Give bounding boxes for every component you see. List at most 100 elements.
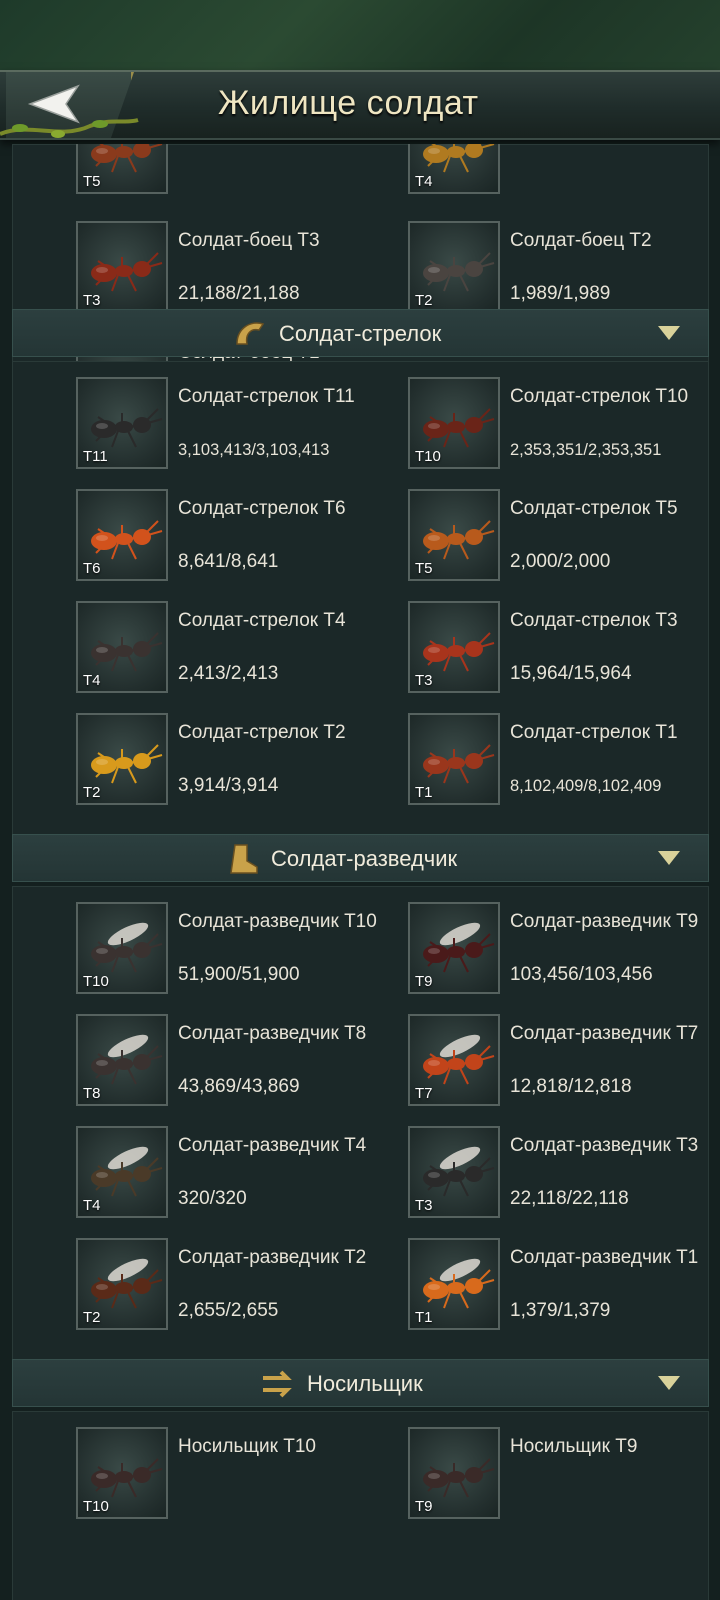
unit-portrait[interactable]: T10 [408, 377, 500, 469]
unit-portrait[interactable]: T4 [408, 144, 500, 194]
tier-badge: T4 [415, 173, 433, 190]
chevron-down-icon[interactable] [658, 326, 680, 340]
unit-count: 3,914/3,914 [178, 775, 279, 796]
section-header-0[interactable]: Солдат-стрелок [12, 309, 709, 357]
unit-card[interactable]: T5 Солдат-стрелок T5 2,000/2,000 [408, 489, 720, 583]
unit-name: Солдат-боец T2 [510, 230, 652, 251]
tier-badge: T1 [415, 784, 433, 801]
tier-badge: T9 [415, 973, 433, 990]
unit-count: 103,456/103,456 [510, 964, 653, 985]
unit-count: 12,818/12,818 [510, 1076, 632, 1097]
tier-badge: T6 [83, 560, 101, 577]
unit-card[interactable]: T6 Солдат-стрелок T6 8,641/8,641 [76, 489, 406, 583]
unit-portrait[interactable]: T1 [408, 1238, 500, 1330]
top-bar: Жилище солдат [0, 70, 720, 140]
unit-card[interactable]: T3 Солдат-боец T3 21,188/21,188 [76, 221, 406, 315]
unit-portrait[interactable]: T7 [408, 1014, 500, 1106]
unit-card[interactable]: T1 Солдат-разведчик T1 1,379/1,379 [408, 1238, 720, 1332]
unit-portrait[interactable]: T2 [76, 1238, 168, 1330]
unit-card[interactable]: T7 Солдат-разведчик T7 12,818/12,818 [408, 1014, 720, 1108]
tier-badge: T4 [83, 1197, 101, 1214]
unit-portrait[interactable]: T2 [408, 221, 500, 313]
unit-portrait[interactable]: T2 [76, 713, 168, 805]
unit-card[interactable]: T10 Солдат-стрелок T10 2,353,351/2,353,351 [408, 377, 720, 471]
unit-count: 2,000/2,000 [510, 551, 611, 572]
unit-name: Солдат-стрелок T6 [178, 498, 346, 519]
unit-portrait[interactable]: T3 [408, 1126, 500, 1218]
tier-badge: T8 [83, 1085, 101, 1102]
unit-portrait[interactable]: T9 [408, 1427, 500, 1519]
unit-name: Солдат-стрелок T1 [510, 722, 678, 743]
unit-name: Солдат-разведчик T3 [510, 1135, 699, 1156]
unit-card[interactable]: T10 Солдат-разведчик T10 51,900/51,900 [76, 902, 406, 996]
section-header-content: Солдат-разведчик [221, 835, 457, 883]
unit-name: Носильщик T9 [510, 1436, 638, 1457]
unit-card[interactable]: T3 Солдат-разведчик T3 22,118/22,118 [408, 1126, 720, 1220]
unit-card[interactable]: T10 Носильщик T10 [76, 1427, 406, 1521]
unit-card[interactable]: T9 Солдат-разведчик T9 103,456/103,456 [408, 902, 720, 996]
unit-portrait[interactable]: T8 [76, 1014, 168, 1106]
tier-badge: T9 [415, 1498, 433, 1515]
unit-card[interactable]: T2 Солдат-разведчик T2 2,655/2,655 [76, 1238, 406, 1332]
status-bar-background [0, 0, 720, 72]
tier-badge: T10 [83, 973, 109, 990]
unit-card[interactable]: T4227/227 [408, 144, 720, 196]
unit-portrait[interactable]: T10 [76, 1427, 168, 1519]
unit-count: 3,103,413/3,103,413 [178, 441, 330, 459]
unit-portrait[interactable]: T3 [76, 221, 168, 313]
boot-icon [230, 844, 258, 874]
unit-portrait[interactable]: T3 [408, 601, 500, 693]
unit-card[interactable]: T2 Солдат-стрелок T2 3,914/3,914 [76, 713, 406, 807]
unit-card[interactable]: T1 Солдат-стрелок T1 8,102,409/8,102,409 [408, 713, 720, 807]
tier-badge: T3 [83, 292, 101, 309]
carry-arrows-icon [263, 1370, 292, 1398]
unit-card[interactable]: T11 Солдат-стрелок T11 3,103,413/3,103,413 [76, 377, 406, 471]
unit-name: Солдат-стрелок T3 [510, 610, 678, 631]
section-header-2[interactable]: Носильщик [12, 1359, 709, 1407]
unit-count: 2,353,351/2,353,351 [510, 441, 662, 459]
unit-count: 2,655/2,655 [178, 1300, 279, 1321]
unit-card[interactable]: T4 Солдат-стрелок T4 2,413/2,413 [76, 601, 406, 695]
unit-portrait[interactable]: T5 [76, 144, 168, 194]
unit-card[interactable]: T3 Солдат-стрелок T3 15,964/15,964 [408, 601, 720, 695]
tier-badge: T4 [83, 672, 101, 689]
unit-name: Солдат-боец T3 [178, 230, 320, 251]
section-title: Солдат-стрелок [279, 321, 442, 346]
unit-name: Солдат-разведчик T4 [178, 1135, 367, 1156]
unit-portrait[interactable]: T5 [408, 489, 500, 581]
chevron-down-icon[interactable] [658, 851, 680, 865]
tier-badge: T2 [415, 292, 433, 309]
unit-portrait[interactable]: T9 [408, 902, 500, 994]
unit-portrait[interactable]: T11 [76, 377, 168, 469]
unit-count: 21,188/21,188 [178, 283, 300, 304]
section-header-1[interactable]: Солдат-разведчик [12, 834, 709, 882]
unit-card[interactable]: T9 Носильщик T9 [408, 1427, 720, 1521]
unit-name: Носильщик T10 [178, 1436, 316, 1457]
unit-portrait[interactable]: T6 [76, 489, 168, 581]
tier-badge: T7 [415, 1085, 433, 1102]
unit-name: Солдат-разведчик T8 [178, 1023, 367, 1044]
tier-badge: T10 [415, 448, 441, 465]
unit-card[interactable]: T4 Солдат-разведчик T4 320/320 [76, 1126, 406, 1220]
unit-card[interactable]: T8 Солдат-разведчик T8 43,869/43,869 [76, 1014, 406, 1108]
unit-portrait[interactable]: T10 [76, 902, 168, 994]
section-header-content: Носильщик [257, 1360, 423, 1408]
unit-count: 8,102,409/8,102,409 [510, 777, 662, 795]
vine-decoration-icon [0, 118, 139, 138]
unit-card[interactable]: T5202/202 [76, 144, 406, 196]
unit-name: Солдат-разведчик T7 [510, 1023, 699, 1044]
unit-portrait[interactable]: T1 [408, 713, 500, 805]
unit-name: Солдат-разведчик T2 [178, 1247, 367, 1268]
unit-card[interactable]: T2 Солдат-боец T2 1,989/1,989 [408, 221, 720, 315]
unit-count: 1,379/1,379 [510, 1300, 611, 1321]
unit-count: 51,900/51,900 [178, 964, 300, 985]
barracks-list[interactable]: T5202/202 T4227/227 T3 Солдат-боец T3 21,1… [0, 144, 720, 1600]
unit-count: 320/320 [178, 1188, 247, 1209]
unit-count: 2,413/2,413 [178, 663, 279, 684]
unit-count: 15,964/15,964 [510, 663, 632, 684]
unit-portrait[interactable]: T4 [76, 1126, 168, 1218]
unit-name: Солдат-разведчик T9 [510, 911, 699, 932]
unit-portrait[interactable]: T4 [76, 601, 168, 693]
tier-badge: T2 [83, 1309, 101, 1326]
chevron-down-icon[interactable] [658, 1376, 680, 1390]
